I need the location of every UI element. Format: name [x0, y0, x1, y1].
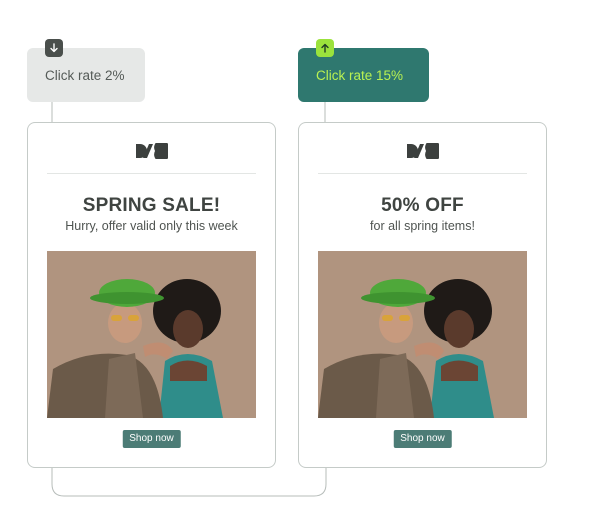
hero-photo — [318, 251, 527, 418]
card-divider — [318, 173, 527, 174]
variant-a-metric-badge: Click rate 2% — [27, 39, 145, 102]
arrow-up-icon — [316, 39, 334, 57]
hero-photo — [47, 251, 256, 418]
variant-b-email-card: 50% OFF for all spring items! Shop now — [298, 122, 547, 468]
email-subline: for all spring items! — [370, 219, 475, 233]
variant-a-email-card: SPRING SALE! Hurry, offer valid only thi… — [27, 122, 276, 468]
variant-b-metric-label: Click rate 15% — [316, 67, 404, 83]
brand-logo-icon — [406, 143, 439, 159]
shop-now-button[interactable]: Shop now — [122, 430, 181, 448]
email-headline: SPRING SALE! — [82, 195, 221, 216]
variant-a-metric-label: Click rate 2% — [45, 67, 125, 83]
shop-now-button[interactable]: Shop now — [393, 430, 452, 448]
email-headline: 50% OFF — [381, 195, 464, 216]
card-divider — [47, 173, 256, 174]
variant-b-metric-badge: Click rate 15% — [298, 39, 429, 102]
arrow-down-icon — [45, 39, 63, 57]
email-subline: Hurry, offer valid only this week — [65, 219, 238, 233]
brand-logo-icon — [135, 143, 168, 159]
